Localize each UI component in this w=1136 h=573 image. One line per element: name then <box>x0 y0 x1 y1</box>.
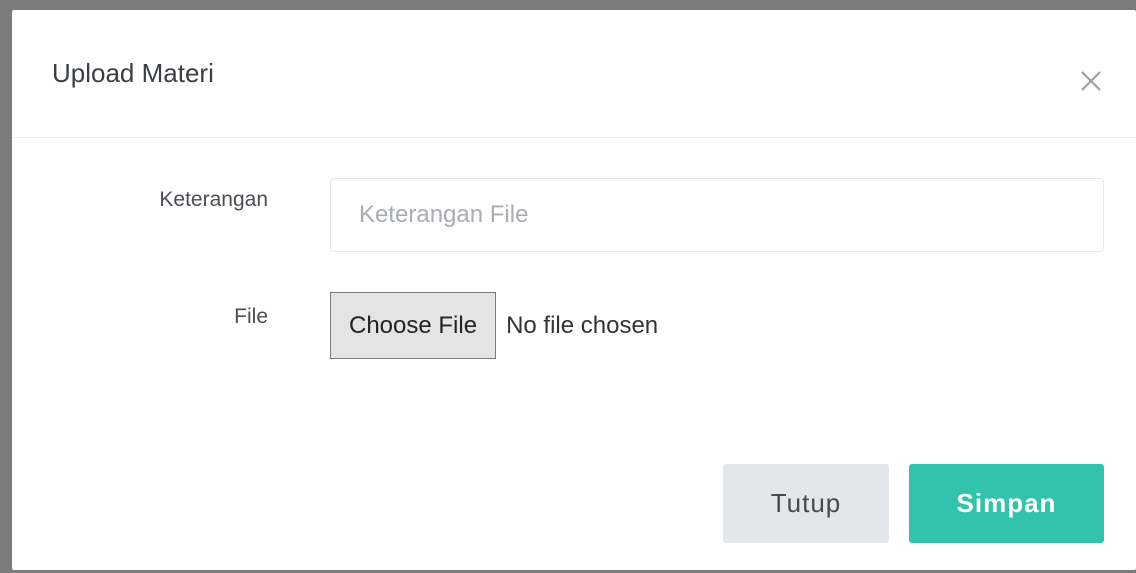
keterangan-label: Keterangan <box>159 188 268 211</box>
choose-file-button[interactable]: Choose File <box>330 292 497 359</box>
file-status-text: No file chosen <box>506 311 659 339</box>
upload-materi-modal: Upload Materi Keterangan File Choose Fil… <box>12 10 1136 570</box>
modal-title: Upload Materi <box>52 58 214 88</box>
file-input[interactable]: Choose File No file chosen <box>330 292 658 359</box>
close-modal-button[interactable]: Tutup <box>723 464 889 543</box>
file-label: File <box>234 305 268 328</box>
save-button[interactable]: Simpan <box>909 464 1104 543</box>
close-icon <box>1081 71 1101 91</box>
modal-header: Upload Materi <box>12 10 1136 138</box>
keterangan-input[interactable] <box>330 178 1104 252</box>
close-button[interactable] <box>1076 66 1106 96</box>
